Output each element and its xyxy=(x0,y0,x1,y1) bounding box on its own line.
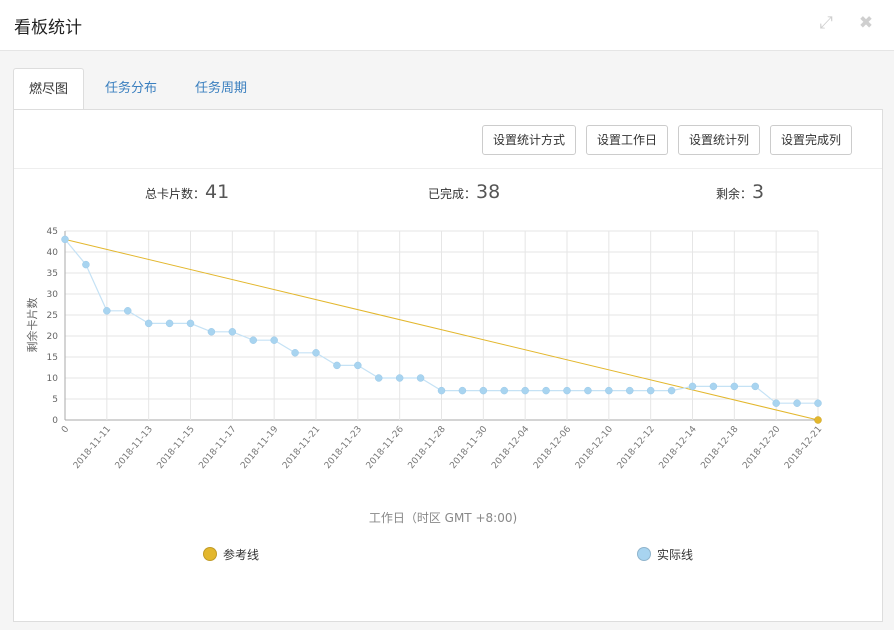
tab-burndown[interactable]: 燃尽图 xyxy=(13,68,85,111)
stat-remaining: 剩余：3 xyxy=(716,181,764,203)
set-done-columns-button[interactable]: 设置完成列 xyxy=(770,125,852,155)
set-stat-columns-button[interactable]: 设置统计列 xyxy=(678,125,760,155)
legend-actual-swatch xyxy=(637,547,651,561)
stat-done-label: 已完成： xyxy=(428,187,477,201)
legend-reference-label: 参考线 xyxy=(223,548,260,562)
stat-remaining-label: 剩余： xyxy=(716,187,753,201)
tab-task-cycle[interactable]: 任务周期 xyxy=(180,68,262,109)
legend-actual-label: 实际线 xyxy=(657,548,694,562)
stat-done-value: 38 xyxy=(476,181,501,203)
toolbar: 设置统计方式 设置工作日 设置统计列 设置完成列 xyxy=(14,110,882,169)
legend-reference-swatch xyxy=(203,547,217,561)
stat-total: 总卡片数：41 xyxy=(145,181,229,203)
window-header: 看板统计 ⤢ ✖ xyxy=(0,0,894,51)
stat-remaining-value: 3 xyxy=(752,181,765,203)
tab-task-distribution[interactable]: 任务分布 xyxy=(90,68,172,109)
set-stat-method-button[interactable]: 设置统计方式 xyxy=(482,125,576,155)
legend-reference[interactable]: 参考线 xyxy=(203,546,259,563)
stat-total-value: 41 xyxy=(205,181,230,203)
expand-icon[interactable]: ⤢ xyxy=(815,12,837,34)
set-workdays-button[interactable]: 设置工作日 xyxy=(586,125,668,155)
window-title: 看板统计 xyxy=(14,18,82,38)
close-icon[interactable]: ✖ xyxy=(855,12,877,34)
legend-actual[interactable]: 实际线 xyxy=(637,546,693,563)
stat-total-label: 总卡片数： xyxy=(145,187,206,201)
stat-done: 已完成：38 xyxy=(428,181,500,203)
